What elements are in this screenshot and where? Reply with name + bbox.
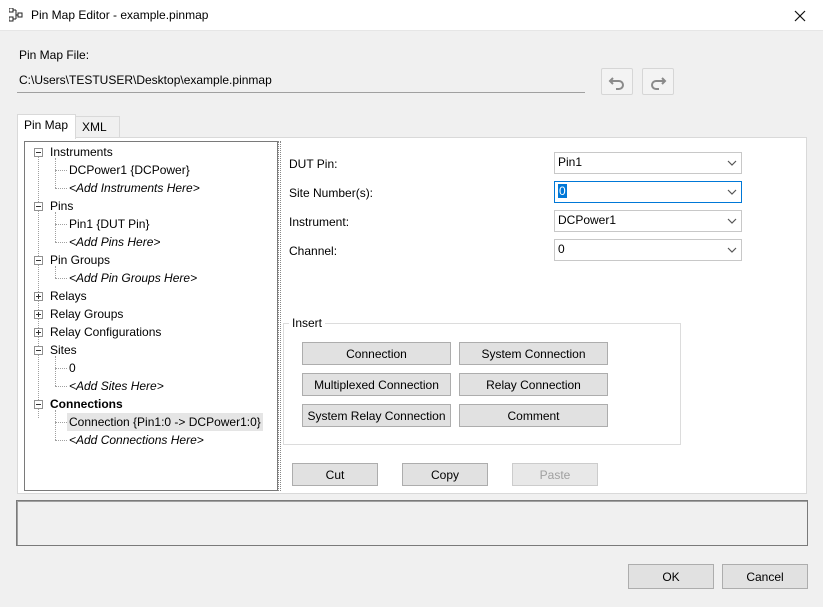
instrument-select[interactable]: DCPower1 bbox=[554, 210, 742, 232]
insert-multiplexed-connection-button[interactable]: Multiplexed Connection bbox=[302, 373, 451, 396]
expand-relays-icon[interactable] bbox=[34, 292, 43, 301]
site-numbers-label: Site Number(s): bbox=[289, 186, 374, 200]
pin-map-file-path[interactable]: C:\Users\TESTUSER\Desktop\example.pinmap bbox=[17, 70, 585, 93]
tree-node-relay-configurations[interactable]: Relay Configurations bbox=[50, 323, 161, 341]
insert-system-relay-connection-button[interactable]: System Relay Connection bbox=[302, 404, 451, 427]
channel-label: Channel: bbox=[289, 244, 338, 258]
tree-node-instruments[interactable]: Instruments bbox=[50, 143, 113, 161]
tree-add-pin-groups[interactable]: <Add Pin Groups Here> bbox=[69, 269, 197, 287]
collapse-pin-groups-icon[interactable] bbox=[34, 256, 43, 265]
cut-button[interactable]: Cut bbox=[292, 463, 378, 486]
insert-connection-button[interactable]: Connection bbox=[302, 342, 451, 365]
tree-item-instrument[interactable]: DCPower1 {DCPower} bbox=[69, 161, 190, 179]
ok-button[interactable]: OK bbox=[628, 564, 714, 589]
tree-add-instruments[interactable]: <Add Instruments Here> bbox=[69, 179, 200, 197]
tree-node-sites[interactable]: Sites bbox=[50, 341, 77, 359]
tab-pin-map-label: Pin Map bbox=[24, 118, 69, 132]
tree-node-relays[interactable]: Relays bbox=[50, 287, 87, 305]
collapse-instruments-icon[interactable] bbox=[34, 148, 43, 157]
tree-node-pin-groups[interactable]: Pin Groups bbox=[50, 251, 110, 269]
insert-system-connection-button[interactable]: System Connection bbox=[459, 342, 608, 365]
close-icon bbox=[794, 10, 806, 21]
chevron-down-icon bbox=[727, 247, 737, 253]
insert-comment-button[interactable]: Comment bbox=[459, 404, 608, 427]
chevron-down-icon bbox=[727, 189, 737, 195]
copy-button[interactable]: Copy bbox=[402, 463, 488, 486]
channel-value: 0 bbox=[558, 242, 565, 256]
paste-button[interactable]: Paste bbox=[512, 463, 598, 486]
title-bar: Pin Map Editor - example.pinmap bbox=[0, 0, 823, 31]
panel-splitter[interactable] bbox=[278, 141, 281, 491]
instrument-value: DCPower1 bbox=[558, 213, 617, 227]
expand-relay-configurations-icon[interactable] bbox=[34, 328, 43, 337]
insert-relay-connection-button[interactable]: Relay Connection bbox=[459, 373, 608, 396]
collapse-sites-icon[interactable] bbox=[34, 346, 43, 355]
instrument-label: Instrument: bbox=[289, 215, 350, 229]
message-area bbox=[16, 500, 808, 546]
undo-button[interactable] bbox=[601, 68, 633, 95]
tree-node-pins[interactable]: Pins bbox=[50, 197, 73, 215]
tree-add-connections[interactable]: <Add Connections Here> bbox=[69, 431, 204, 449]
tree-item-site[interactable]: 0 bbox=[69, 359, 76, 377]
redo-icon bbox=[651, 76, 667, 90]
tree-node-relay-groups[interactable]: Relay Groups bbox=[50, 305, 123, 323]
tree-add-sites[interactable]: <Add Sites Here> bbox=[69, 377, 164, 395]
dut-pin-value: Pin1 bbox=[558, 155, 583, 169]
tree-node-connections[interactable]: Connections bbox=[50, 395, 123, 413]
dut-pin-label: DUT Pin: bbox=[289, 157, 338, 171]
collapse-connections-icon[interactable] bbox=[34, 400, 43, 409]
tab-xml-label: XML bbox=[82, 120, 107, 134]
site-numbers-select[interactable]: 0 bbox=[554, 181, 742, 203]
site-numbers-value: 0 bbox=[558, 184, 567, 198]
pin-map-file-label: Pin Map File: bbox=[19, 48, 90, 62]
window-title: Pin Map Editor - example.pinmap bbox=[31, 8, 209, 22]
tree-item-pin[interactable]: Pin1 {DUT Pin} bbox=[69, 215, 150, 233]
channel-select[interactable]: 0 bbox=[554, 239, 742, 261]
redo-button[interactable] bbox=[642, 68, 674, 95]
close-button[interactable] bbox=[777, 0, 823, 31]
undo-icon bbox=[608, 76, 624, 90]
tree-add-pins[interactable]: <Add Pins Here> bbox=[69, 233, 160, 251]
tab-pin-map[interactable]: Pin Map bbox=[17, 114, 76, 139]
expand-relay-groups-icon[interactable] bbox=[34, 310, 43, 319]
pin-map-tree[interactable]: Instruments DCPower1 {DCPower} <Add Inst… bbox=[24, 141, 278, 491]
insert-group-title: Insert bbox=[289, 316, 326, 330]
chevron-down-icon bbox=[727, 218, 737, 224]
chevron-down-icon bbox=[727, 160, 737, 166]
cancel-button[interactable]: Cancel bbox=[722, 564, 808, 589]
dut-pin-select[interactable]: Pin1 bbox=[554, 152, 742, 174]
tab-xml[interactable]: XML bbox=[75, 116, 120, 138]
collapse-pins-icon[interactable] bbox=[34, 202, 43, 211]
pin-map-app-icon bbox=[9, 8, 23, 22]
tree-item-connection-selected[interactable]: Connection {Pin1:0 -> DCPower1:0} bbox=[67, 413, 263, 431]
